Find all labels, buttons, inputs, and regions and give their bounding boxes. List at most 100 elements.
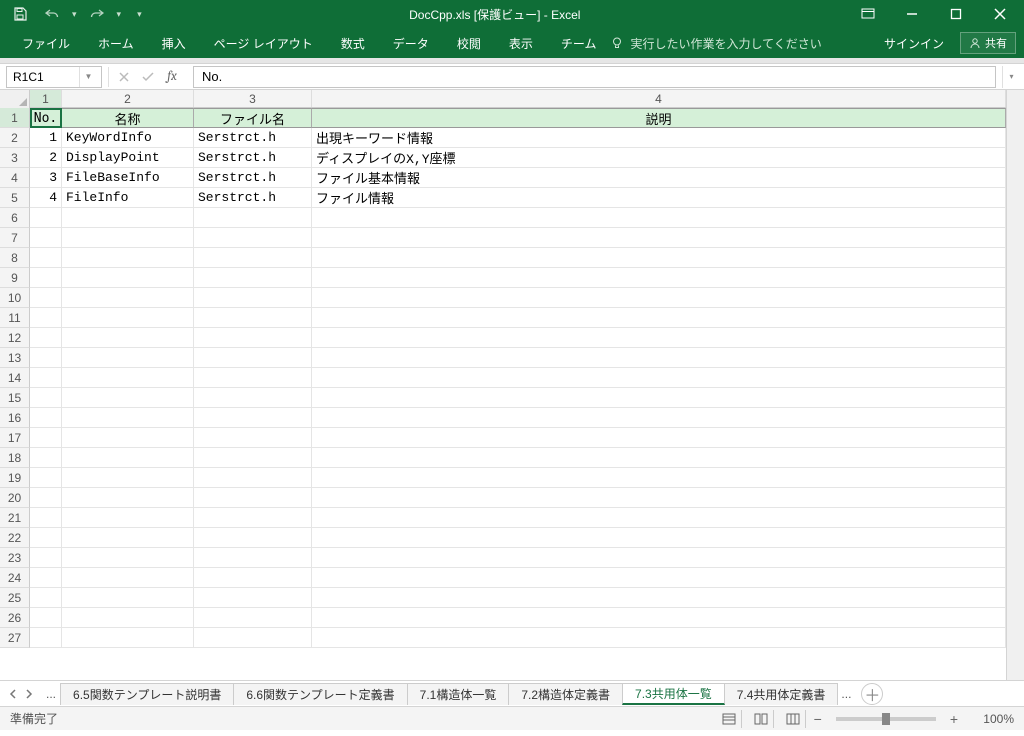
empty-cell[interactable] — [30, 308, 62, 328]
name-box[interactable]: ▼ — [6, 66, 102, 88]
zoom-in-button[interactable]: + — [950, 711, 958, 727]
insert-function-button[interactable]: fx — [161, 67, 183, 87]
empty-cell[interactable] — [30, 588, 62, 608]
empty-cell[interactable] — [312, 428, 1006, 448]
data-cell[interactable]: 1 — [30, 128, 62, 148]
row-header[interactable]: 17 — [0, 428, 30, 448]
tab-nav-prev[interactable] — [6, 687, 20, 701]
row-header[interactable]: 3 — [0, 148, 30, 168]
tab-team[interactable]: チーム — [547, 28, 611, 58]
data-cell[interactable]: 2 — [30, 148, 62, 168]
empty-cell[interactable] — [312, 568, 1006, 588]
row-header[interactable]: 7 — [0, 228, 30, 248]
empty-cell[interactable] — [312, 528, 1006, 548]
empty-cell[interactable] — [194, 208, 312, 228]
normal-view-button[interactable] — [718, 710, 742, 728]
enter-formula-button[interactable] — [137, 67, 159, 87]
column-header-1[interactable]: 1 — [30, 90, 62, 107]
empty-cell[interactable] — [30, 328, 62, 348]
empty-cell[interactable] — [30, 528, 62, 548]
empty-cell[interactable] — [30, 248, 62, 268]
empty-cell[interactable] — [312, 488, 1006, 508]
empty-cell[interactable] — [312, 228, 1006, 248]
empty-cell[interactable] — [312, 348, 1006, 368]
tell-me-search[interactable]: 実行したい作業を入力してください — [610, 35, 821, 52]
data-cell[interactable]: Serstrct.h — [194, 128, 312, 148]
empty-cell[interactable] — [62, 288, 194, 308]
tab-view[interactable]: 表示 — [495, 28, 547, 58]
data-cell[interactable]: 出現キーワード情報 — [312, 128, 1006, 148]
empty-cell[interactable] — [312, 608, 1006, 628]
empty-cell[interactable] — [62, 308, 194, 328]
header-cell[interactable]: ファイル名 — [194, 108, 312, 128]
empty-cell[interactable] — [312, 628, 1006, 648]
empty-cell[interactable] — [62, 268, 194, 288]
empty-cell[interactable] — [30, 548, 62, 568]
empty-cell[interactable] — [62, 368, 194, 388]
empty-cell[interactable] — [194, 428, 312, 448]
tab-overflow-right[interactable]: ... — [837, 687, 855, 701]
row-header[interactable]: 16 — [0, 408, 30, 428]
empty-cell[interactable] — [30, 208, 62, 228]
empty-cell[interactable] — [62, 468, 194, 488]
empty-cell[interactable] — [30, 488, 62, 508]
tab-nav-next[interactable] — [22, 687, 36, 701]
empty-cell[interactable] — [194, 368, 312, 388]
tab-file[interactable]: ファイル — [8, 28, 84, 58]
empty-cell[interactable] — [312, 508, 1006, 528]
empty-cell[interactable] — [194, 448, 312, 468]
data-cell[interactable]: Serstrct.h — [194, 168, 312, 188]
empty-cell[interactable] — [194, 388, 312, 408]
empty-cell[interactable] — [62, 328, 194, 348]
undo-dropdown-icon[interactable]: ▾ — [72, 9, 77, 20]
empty-cell[interactable] — [62, 548, 194, 568]
empty-cell[interactable] — [194, 608, 312, 628]
empty-cell[interactable] — [30, 508, 62, 528]
row-header[interactable]: 1 — [0, 108, 30, 128]
row-header[interactable]: 18 — [0, 448, 30, 468]
ribbon-display-button[interactable] — [848, 0, 888, 28]
empty-cell[interactable] — [30, 388, 62, 408]
tab-insert[interactable]: 挿入 — [148, 28, 200, 58]
empty-cell[interactable] — [62, 568, 194, 588]
row-header[interactable]: 12 — [0, 328, 30, 348]
empty-cell[interactable] — [312, 208, 1006, 228]
empty-cell[interactable] — [62, 448, 194, 468]
row-header[interactable]: 11 — [0, 308, 30, 328]
save-button[interactable] — [8, 2, 32, 26]
sheet-tab[interactable]: 6.5関数テンプレート説明書 — [60, 683, 234, 705]
empty-cell[interactable] — [312, 368, 1006, 388]
column-header-2[interactable]: 2 — [62, 90, 194, 107]
row-header[interactable]: 8 — [0, 248, 30, 268]
data-cell[interactable]: KeyWordInfo — [62, 128, 194, 148]
data-cell[interactable]: FileBaseInfo — [62, 168, 194, 188]
empty-cell[interactable] — [194, 488, 312, 508]
row-header[interactable]: 20 — [0, 488, 30, 508]
empty-cell[interactable] — [312, 448, 1006, 468]
data-cell[interactable]: ファイル基本情報 — [312, 168, 1006, 188]
empty-cell[interactable] — [30, 348, 62, 368]
zoom-slider[interactable] — [836, 717, 936, 721]
empty-cell[interactable] — [62, 428, 194, 448]
empty-cell[interactable] — [194, 228, 312, 248]
empty-cell[interactable] — [194, 528, 312, 548]
sheet-tab[interactable]: 6.6関数テンプレート定義書 — [233, 683, 407, 705]
sheet-tab[interactable]: 7.4共用体定義書 — [724, 683, 839, 705]
empty-cell[interactable] — [194, 268, 312, 288]
vertical-scrollbar[interactable] — [1006, 90, 1024, 680]
empty-cell[interactable] — [312, 588, 1006, 608]
header-cell[interactable]: 名称 — [62, 108, 194, 128]
row-header[interactable]: 24 — [0, 568, 30, 588]
empty-cell[interactable] — [30, 428, 62, 448]
row-header[interactable]: 4 — [0, 168, 30, 188]
redo-button[interactable] — [85, 2, 109, 26]
empty-cell[interactable] — [312, 248, 1006, 268]
empty-cell[interactable] — [312, 268, 1006, 288]
empty-cell[interactable] — [62, 208, 194, 228]
empty-cell[interactable] — [62, 608, 194, 628]
empty-cell[interactable] — [30, 448, 62, 468]
header-cell[interactable]: 説明 — [312, 108, 1006, 128]
expand-formula-bar[interactable]: ▾ — [1002, 66, 1020, 88]
column-header-4[interactable]: 4 — [312, 90, 1006, 107]
row-header[interactable]: 19 — [0, 468, 30, 488]
